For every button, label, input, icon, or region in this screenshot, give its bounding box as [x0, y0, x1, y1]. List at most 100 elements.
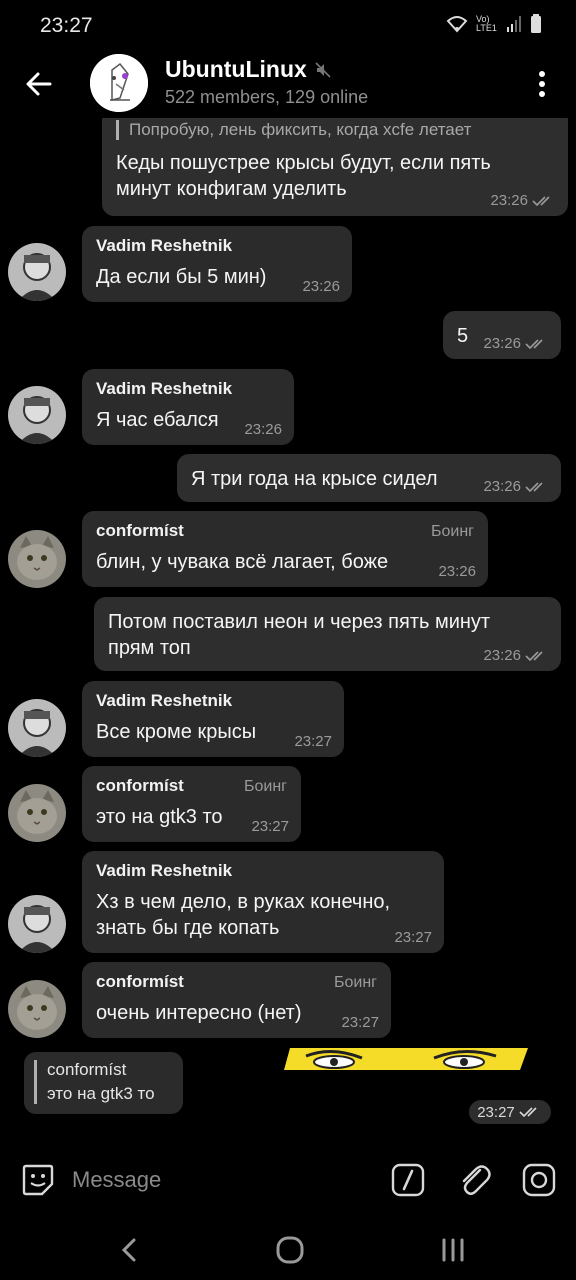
- message-time: 23:26: [302, 278, 340, 295]
- member-rank: Боинг: [430, 523, 474, 540]
- message-bubble-outgoing[interactable]: 5 23:26: [443, 311, 561, 359]
- more-vertical-icon: [539, 71, 545, 97]
- message-time: 23:27: [294, 733, 332, 750]
- message-bubble-incoming[interactable]: Vadim Reshetnik Хз в чем дело, в руках к…: [82, 851, 444, 953]
- avatar-vadim[interactable]: [8, 699, 66, 757]
- arrow-left-icon: [26, 72, 52, 96]
- sender-name[interactable]: Vadim Reshetnik: [96, 861, 430, 881]
- wifi-icon: [446, 16, 468, 33]
- sender-name[interactable]: conformíst: [96, 521, 474, 541]
- double-check-icon: [525, 481, 543, 492]
- reply-text: это на gtk3 то: [47, 1084, 155, 1103]
- time-label: 23:26: [483, 478, 521, 495]
- avatar-vadim[interactable]: [8, 895, 66, 953]
- more-menu-button[interactable]: [530, 66, 554, 102]
- message-bubble-outgoing[interactable]: Потом поставил неон и через пять минут п…: [94, 597, 561, 671]
- avatar-conformist[interactable]: [8, 980, 66, 1038]
- message-time: 23:27: [394, 929, 432, 946]
- sender-name[interactable]: Vadim Reshetnik: [96, 379, 280, 399]
- camera-icon: [522, 1163, 556, 1197]
- message-text: Потом поставил неон и через пять минут п…: [108, 609, 547, 661]
- message-line: Потом поставил неон и через пять минут: [108, 611, 491, 633]
- message-bubble-incoming[interactable]: conformíst Боинг блин, у чувака всё лага…: [82, 511, 488, 587]
- emoji-button[interactable]: [20, 1162, 56, 1198]
- message-bubble-incoming[interactable]: Vadim Reshetnik Да если бы 5 мин) 23:26: [82, 226, 352, 302]
- message-text: очень интересно (нет): [96, 1002, 302, 1024]
- group-title-row[interactable]: UbuntuLinux: [165, 56, 331, 83]
- user-avatar-icon: [8, 699, 66, 757]
- member-rank: Боинг: [333, 974, 377, 991]
- bot-commands-button[interactable]: [390, 1162, 426, 1198]
- message-text: Кеды пошустрее крысы будут, если пять ми…: [116, 150, 554, 202]
- time-label: 23:26: [490, 192, 528, 209]
- time-label: 23:26: [483, 335, 521, 352]
- sticker-reply-quote[interactable]: conformíst это на gtk3 то: [24, 1052, 183, 1114]
- member-rank: Боинг: [243, 778, 287, 795]
- status-icons: Vo) LTE1: [446, 14, 542, 34]
- avatar-conformist[interactable]: [8, 784, 66, 842]
- avatar-conformist[interactable]: [8, 530, 66, 588]
- double-check-icon: [525, 650, 543, 661]
- message-line: знать бы где копать: [96, 917, 280, 939]
- user-avatar-icon: [8, 386, 66, 444]
- nav-recents-button[interactable]: [438, 1234, 468, 1266]
- message-time: 23:26: [483, 647, 549, 664]
- home-circle-icon: [276, 1236, 304, 1264]
- nav-home-button[interactable]: [274, 1234, 306, 1266]
- reply-sender: conformíst: [47, 1060, 127, 1079]
- user-avatar-icon: [8, 243, 66, 301]
- message-bubble-incoming[interactable]: conformíst Боинг это на gtk3 то 23:27: [82, 766, 301, 842]
- status-time: 23:27: [40, 14, 93, 37]
- cat-avatar-icon: [8, 530, 66, 588]
- paperclip-icon: [462, 1165, 491, 1195]
- message-input-bar: [0, 1140, 576, 1220]
- message-bubble-outgoing[interactable]: Попробую, лень фиксить, когда xcfe летае…: [102, 118, 568, 216]
- network-label: Vo) LTE1: [476, 14, 497, 33]
- avatar-vadim[interactable]: [8, 386, 66, 444]
- message-time: 23:26: [244, 421, 282, 438]
- attach-button[interactable]: [456, 1160, 492, 1200]
- message-bubble-incoming[interactable]: Vadim Reshetnik Все кроме крысы 23:27: [82, 681, 344, 757]
- time-label: 23:27: [477, 1103, 515, 1121]
- double-check-icon: [525, 338, 543, 349]
- recents-icon: [442, 1238, 464, 1262]
- sticker-smile-icon: [22, 1164, 54, 1196]
- group-avatar[interactable]: [90, 54, 148, 112]
- message-line: Хз в чем дело, в руках конечно,: [96, 891, 391, 913]
- signal-icon: [507, 16, 521, 32]
- chevron-left-icon: [121, 1238, 136, 1262]
- message-time: 23:27: [341, 1014, 379, 1031]
- group-title: UbuntuLinux: [165, 56, 307, 82]
- muted-icon: [315, 61, 331, 78]
- cat-avatar-icon: [8, 784, 66, 842]
- sticker-time-badge: 23:27: [469, 1100, 551, 1124]
- reply-quote[interactable]: Попробую, лень фиксить, когда xcfe летае…: [116, 120, 554, 140]
- message-list[interactable]: Попробую, лень фиксить, когда xcfe летае…: [0, 118, 576, 1140]
- message-line: Кеды пошустрее крысы будут, если пять: [116, 152, 491, 174]
- message-bubble-incoming[interactable]: conformíst Боинг очень интересно (нет) 2…: [82, 962, 391, 1038]
- user-avatar-icon: [8, 895, 66, 953]
- system-nav-bar: [0, 1220, 576, 1280]
- ubuntu-logo-icon: [90, 54, 148, 112]
- message-line: прям топ: [108, 637, 191, 659]
- message-time: 23:26: [483, 478, 549, 495]
- camera-button[interactable]: [521, 1162, 557, 1198]
- message-bubble-incoming[interactable]: Vadim Reshetnik Я час ебался 23:26: [82, 369, 294, 445]
- slash-command-icon: [391, 1163, 425, 1197]
- message-text: Хз в чем дело, в руках конечно, знать бы…: [96, 889, 430, 941]
- message-time: 23:27: [251, 818, 289, 835]
- group-members-count: 522 members, 129 online: [165, 87, 369, 107]
- message-input[interactable]: [72, 1164, 352, 1196]
- avatar-vadim[interactable]: [8, 243, 66, 301]
- message-bubble-outgoing[interactable]: Я три года на крысе сидел 23:26: [177, 454, 561, 502]
- sticker-image[interactable]: [284, 1048, 532, 1072]
- sender-name[interactable]: Vadim Reshetnik: [96, 691, 330, 711]
- time-label: 23:26: [483, 647, 521, 664]
- status-bar: 23:27 Vo) LTE1: [0, 0, 576, 52]
- back-button[interactable]: [20, 64, 60, 104]
- double-check-icon: [519, 1107, 537, 1118]
- sender-name[interactable]: Vadim Reshetnik: [96, 236, 338, 256]
- nav-back-button[interactable]: [116, 1234, 142, 1266]
- message-text: блин, у чувака всё лагает, боже: [96, 551, 389, 573]
- cat-avatar-icon: [8, 980, 66, 1038]
